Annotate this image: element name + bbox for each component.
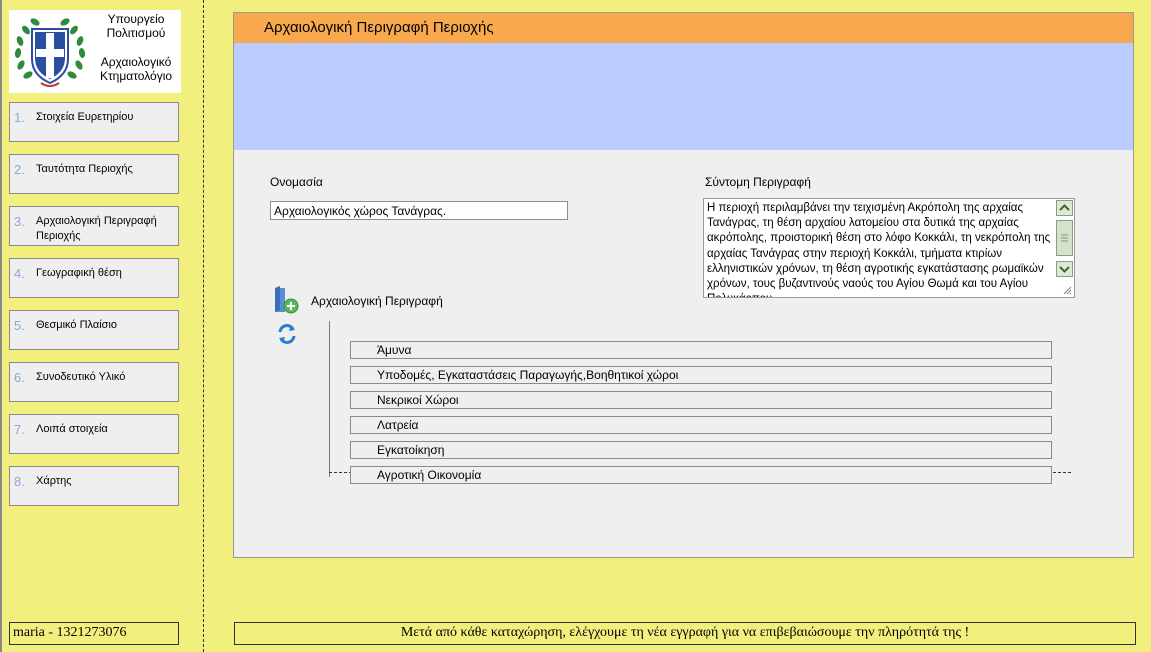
tree-connector-line [329,321,330,477]
category-label: Αγροτική Οικονομία [377,468,482,482]
sidebar-item-supporting-material[interactable]: 6. Συνοδευτικό Υλικό [9,362,179,402]
sidebar-item-label: Χάρτης [36,475,72,487]
sidebar-item-map[interactable]: 8. Χάρτης [9,466,179,506]
sidebar-item-index-data[interactable]: 1. Στοιχεία Ευρετηρίου [9,102,179,142]
scroll-down-button[interactable] [1056,261,1073,277]
category-label: Λατρεία [377,418,419,432]
grip-icon [1061,234,1068,242]
current-user: maria - 1321273076 [9,622,179,645]
sidebar-item-number: 7. [14,422,25,437]
registry-line-2: Κτηματολόγιο [99,69,173,83]
short-description-textarea[interactable]: Η περιοχή περιλαμβάνει την τειχισμένη Ακ… [703,198,1075,298]
category-label: Άμυνα [377,343,412,357]
sidebar-item-area-identity[interactable]: 2. Ταυτότητα Περιοχής [9,154,179,194]
logo: Υπουργείο Πολιτισμού Αρχαιολογικό Κτηματ… [9,10,181,93]
archaeological-description-label: Αρχαιολογική Περιγραφή [311,294,443,308]
sidebar-item-number: 5. [14,318,25,333]
ministry-name: Υπουργείο Πολιτισμού [93,12,179,40]
category-infrastructure[interactable]: Υποδομές, Εγκαταστάσεις Παραγωγής,Βοηθητ… [350,366,1052,384]
refresh-icon[interactable] [276,322,298,346]
sidebar-item-number: 3. [14,214,25,229]
sidebar-item-label: Συνοδευτικό Υλικό [36,371,126,383]
status-message: Μετά από κάθε καταχώρηση, ελέγχουμε τη ν… [234,622,1136,645]
scroll-thumb[interactable] [1056,220,1073,256]
greek-emblem-icon [14,18,86,87]
sidebar-item-label: Θεσμικό Πλαίσιο [36,319,118,331]
main-panel: Αρχαιολογική Περιγραφή Περιοχής Ονομασία… [233,12,1134,558]
sidebar-item-label: Στοιχεία Ευρετηρίου [36,111,134,123]
category-label: Νεκρικοί Χώροι [377,393,459,407]
page-title: Αρχαιολογική Περιγραφή Περιοχής [264,19,494,36]
sidebar-item-label: Αρχαιολογική Περιγραφή Περιοχής [36,215,157,242]
sidebar-item-number: 1. [14,110,25,125]
short-description-label: Σύντομη Περιγραφή [705,175,811,189]
category-label: Υποδομές, Εγκαταστάσεις Παραγωγής,Βοηθητ… [377,368,679,382]
chevron-down-icon [1059,266,1070,273]
sidebar-item-geographic-location[interactable]: 4. Γεωγραφική θέση [9,258,179,298]
sidebar-item-number: 2. [14,162,25,177]
name-input[interactable] [270,201,568,220]
name-label: Ονομασία [270,175,323,189]
banner-area [234,43,1133,150]
category-agricultural-economy[interactable]: Αγροτική Οικονομία [350,466,1052,484]
sidebar-item-number: 6. [14,370,25,385]
textarea-scrollbar[interactable] [1056,200,1073,280]
category-defense[interactable]: Άμυνα [350,341,1052,359]
panel-header: Αρχαιολογική Περιγραφή Περιοχής [234,13,1133,43]
resize-grip-icon[interactable] [1062,285,1072,295]
window-left-edge [0,0,2,652]
registry-line-1: Αρχαιολογικό [100,55,172,69]
sidebar-item-label: Ταυτότητα Περιοχής [36,163,133,175]
sidebar-divider [203,0,204,652]
chevron-up-icon [1059,204,1070,211]
short-description-text: Η περιοχή περιλαμβάνει την τειχισμένη Ακ… [707,202,1051,297]
category-label: Εγκατοίκηση [377,443,445,457]
scroll-up-button[interactable] [1056,200,1073,216]
sidebar-item-label: Λοιπά στοιχεία [36,423,108,435]
sidebar-item-archaeological-description[interactable]: 3. Αρχαιολογική Περιγραφή Περιοχής [9,206,179,246]
sidebar-item-number: 4. [14,266,25,281]
category-settlement[interactable]: Εγκατοίκηση [350,441,1052,459]
sidebar-item-other-data[interactable]: 7. Λοιπά στοιχεία [9,414,179,454]
add-folder-icon[interactable] [272,285,300,315]
ministry-line-1: Υπουργείο [107,12,165,26]
sidebar-item-legal-framework[interactable]: 5. Θεσμικό Πλαίσιο [9,310,179,350]
sidebar-item-label: Γεωγραφική θέση [36,267,122,279]
category-worship[interactable]: Λατρεία [350,416,1052,434]
ministry-line-2: Πολιτισμού [106,26,166,40]
registry-name: Αρχαιολογικό Κτηματολόγιο [93,55,179,83]
sidebar-item-number: 8. [14,474,25,489]
category-burial-sites[interactable]: Νεκρικοί Χώροι [350,391,1052,409]
